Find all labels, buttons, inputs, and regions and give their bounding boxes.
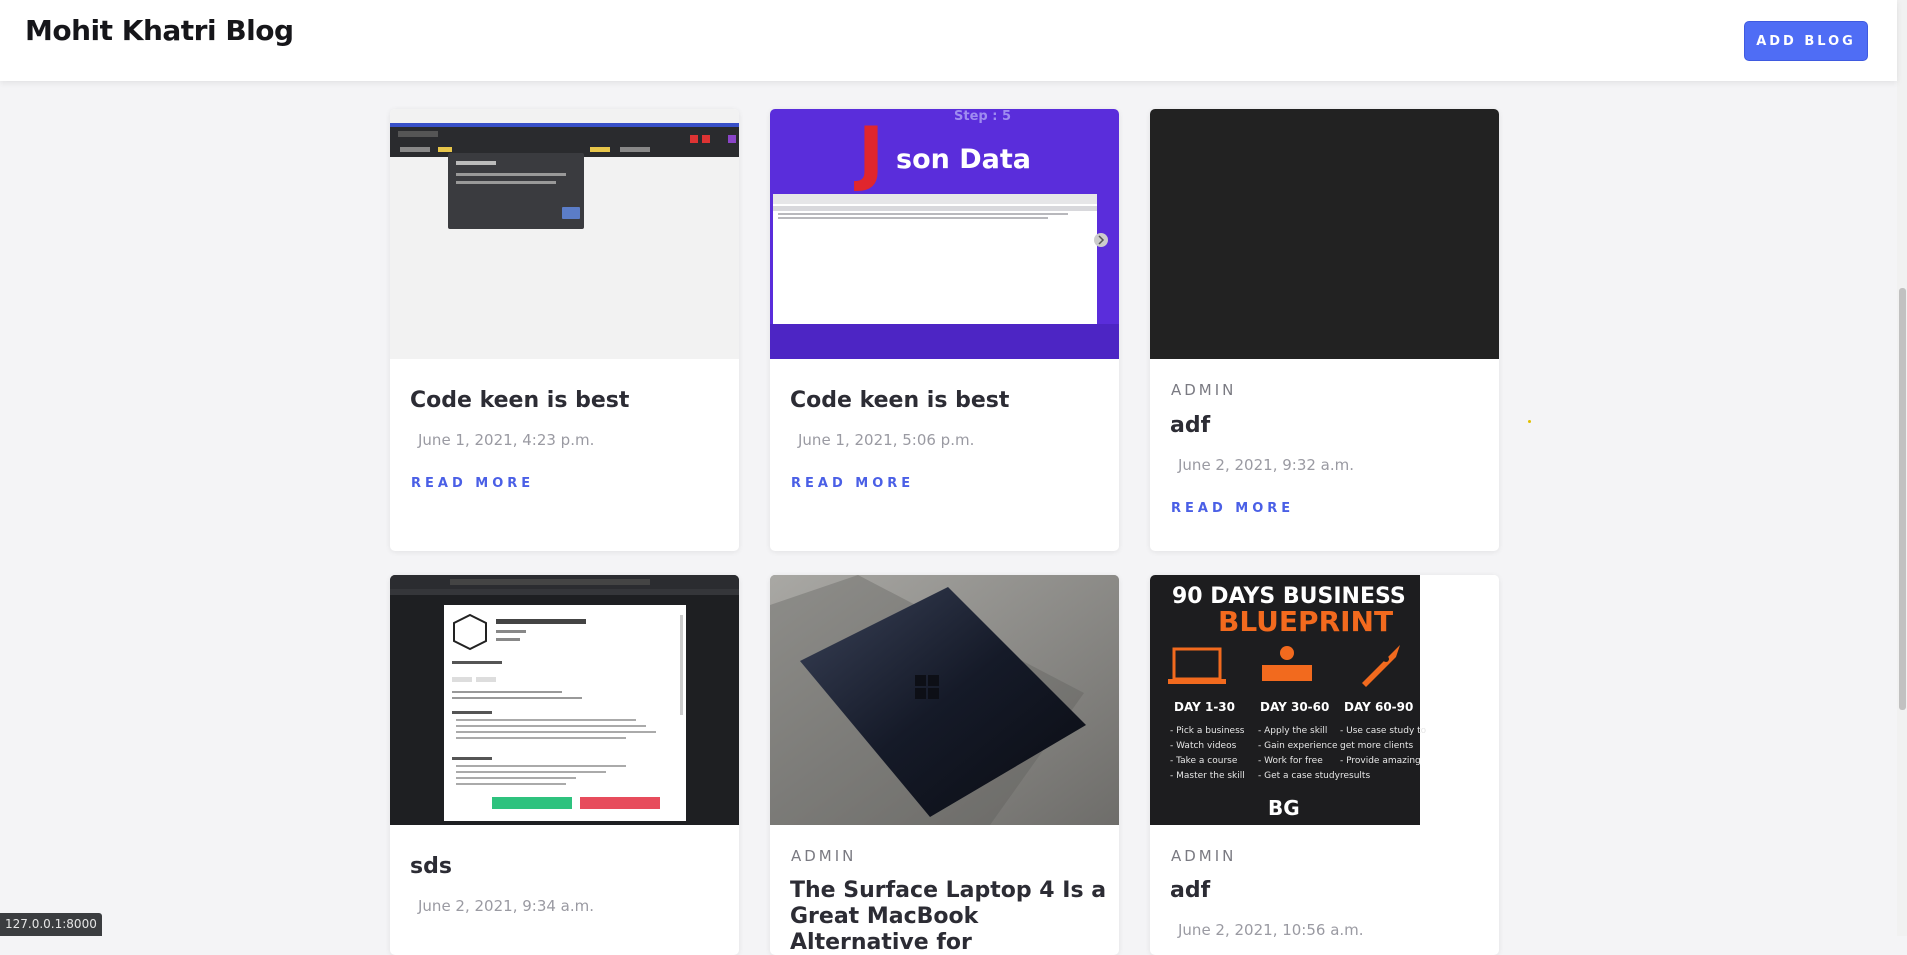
image-step-text: Step : 5	[954, 109, 1011, 124]
card-image[interactable]	[770, 575, 1119, 825]
card-image[interactable]: Step : 5 J son Data	[770, 109, 1119, 359]
card-date: June 2, 2021, 9:32 a.m.	[1178, 456, 1355, 474]
card-author: ADMIN	[1171, 381, 1237, 399]
card-title[interactable]: Code keen is best	[410, 388, 730, 414]
page-scrollbar[interactable]	[1897, 0, 1907, 936]
card-author: ADMIN	[791, 847, 857, 865]
svg-text:results: results	[1340, 771, 1370, 781]
blog-card: ADMIN adf June 2, 2021, 9:32 a.m. READ M…	[1150, 109, 1499, 551]
blog-card: 90 DAYS BUSINESS BLUEPRINT DAY 1-30 DAY …	[1150, 575, 1499, 955]
card-date: June 2, 2021, 10:56 a.m.	[1178, 921, 1364, 939]
svg-text:- Gain experience: - Gain experience	[1258, 741, 1338, 751]
card-title[interactable]: sds	[410, 854, 730, 880]
read-more-link[interactable]: READ MORE	[791, 476, 914, 491]
status-bar-url: 127.0.0.1:8000	[0, 913, 102, 936]
card-date: June 2, 2021, 9:34 a.m.	[418, 897, 595, 915]
card-title[interactable]: adf	[1170, 878, 1490, 904]
svg-text:DAY 30-60: DAY 30-60	[1260, 700, 1329, 714]
add-blog-button[interactable]: ADD BLOG	[1744, 21, 1868, 61]
card-title[interactable]: adf	[1170, 413, 1490, 439]
windows-logo-icon	[915, 675, 926, 686]
svg-text:- Provide amazing: - Provide amazing	[1340, 756, 1421, 766]
read-more-link[interactable]: READ MORE	[411, 476, 534, 491]
blog-card: ADMIN The Surface Laptop 4 Is a Great Ma…	[770, 575, 1119, 955]
card-date: June 1, 2021, 5:06 p.m.	[798, 431, 975, 449]
card-title[interactable]: Code keen is best	[790, 388, 1110, 414]
card-image[interactable]	[390, 575, 739, 825]
svg-text:get more clients: get more clients	[1340, 741, 1414, 751]
blueprint-line2: BLUEPRINT	[1218, 605, 1393, 638]
card-date: June 1, 2021, 4:23 p.m.	[418, 431, 595, 449]
bg-logo: BG	[1268, 796, 1300, 820]
image-big-j: J	[854, 112, 884, 194]
blog-card: sds June 2, 2021, 9:34 a.m.	[390, 575, 739, 955]
svg-text:- Take a course: - Take a course	[1170, 756, 1238, 766]
navbar: Mohit Khatri Blog ADD BLOG	[0, 0, 1897, 81]
decorative-dot	[1528, 420, 1531, 423]
card-image[interactable]: 90 DAYS BUSINESS BLUEPRINT DAY 1-30 DAY …	[1150, 575, 1499, 825]
svg-text:DAY 60-90: DAY 60-90	[1344, 700, 1413, 714]
blog-card: Step : 5 J son Data Code keen is best Ju…	[770, 109, 1119, 551]
svg-text:- Use case study to: - Use case study to	[1340, 726, 1427, 736]
svg-text:DAY 1-30: DAY 1-30	[1174, 700, 1235, 714]
brand-title[interactable]: Mohit Khatri Blog	[25, 14, 294, 47]
svg-text:- Watch videos: - Watch videos	[1170, 741, 1237, 751]
svg-text:- Get a case study: - Get a case study	[1258, 771, 1341, 781]
svg-text:- Apply the skill: - Apply the skill	[1258, 726, 1327, 736]
card-title[interactable]: The Surface Laptop 4 Is a Great MacBook …	[790, 878, 1110, 955]
read-more-link[interactable]: READ MORE	[1171, 501, 1294, 516]
svg-text:- Work for free: - Work for free	[1258, 756, 1323, 766]
card-image[interactable]	[1150, 109, 1499, 359]
card-image[interactable]	[390, 109, 739, 359]
desk-icon	[1262, 665, 1312, 681]
image-heading: son Data	[896, 144, 1031, 175]
blog-card: Code keen is best June 1, 2021, 4:23 p.m…	[390, 109, 739, 551]
scrollbar-thumb[interactable]	[1899, 288, 1906, 710]
svg-text:- Master the skill: - Master the skill	[1170, 771, 1245, 781]
card-author: ADMIN	[1171, 847, 1237, 865]
svg-text:- Pick a business: - Pick a business	[1170, 726, 1245, 736]
